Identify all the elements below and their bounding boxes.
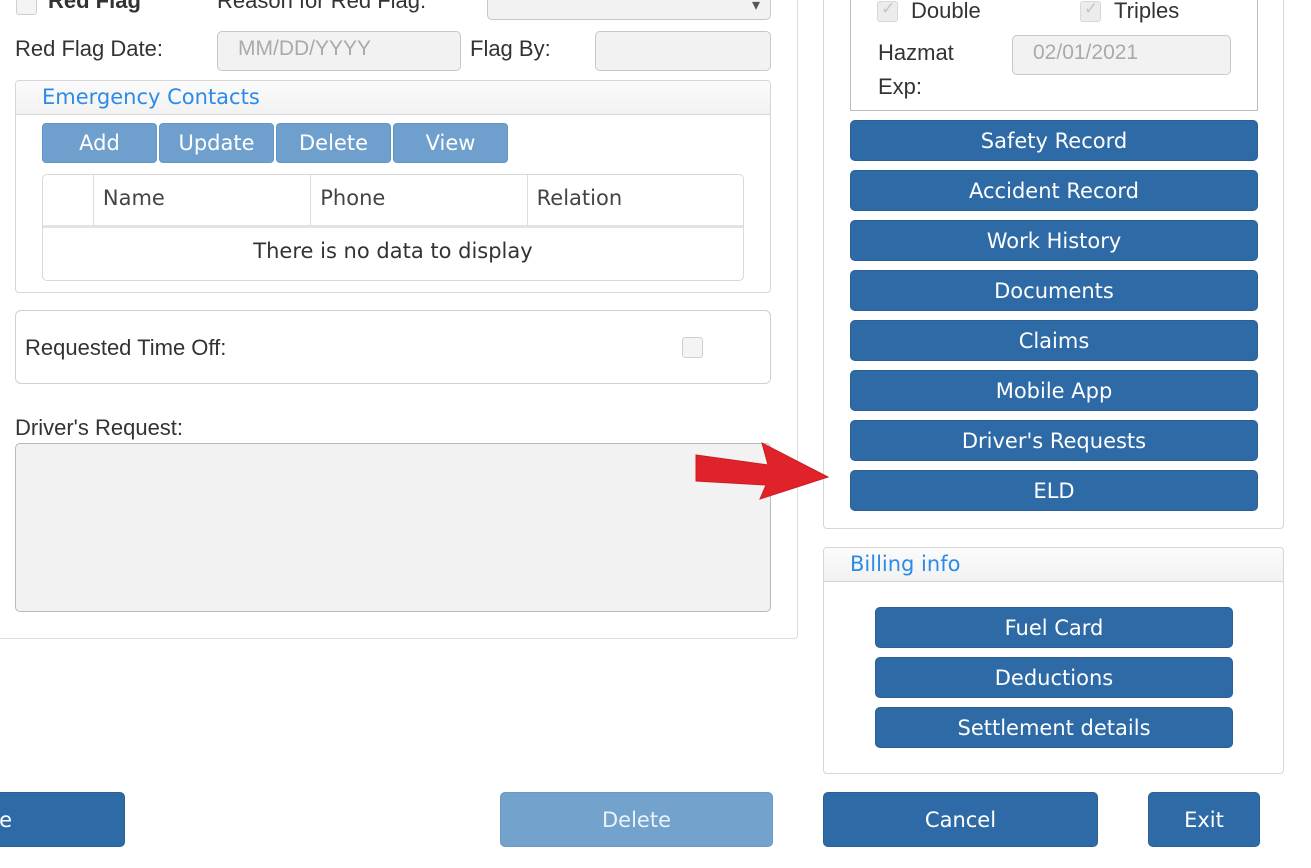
accident-record-button[interactable]: Accident Record bbox=[850, 170, 1258, 211]
contacts-grid-header: Name Phone Relation bbox=[43, 175, 743, 228]
work-history-button[interactable]: Work History bbox=[850, 220, 1258, 261]
drivers-request-textarea[interactable] bbox=[15, 443, 771, 612]
cancel-button[interactable]: Cancel bbox=[823, 792, 1098, 847]
grid-select-column[interactable] bbox=[43, 175, 94, 226]
emergency-contacts-title: Emergency Contacts bbox=[42, 85, 260, 109]
red-arrow-annotation-icon bbox=[695, 442, 830, 500]
view-contact-button[interactable]: View bbox=[393, 123, 508, 163]
documents-button[interactable]: Documents bbox=[850, 270, 1258, 311]
drivers-requests-button[interactable]: Driver's Requests bbox=[850, 420, 1258, 461]
hazmat-exp-date-input[interactable]: 02/01/2021 bbox=[1012, 35, 1231, 75]
claims-button[interactable]: Claims bbox=[850, 320, 1258, 361]
save-button-partial[interactable]: e bbox=[0, 792, 125, 847]
eld-button[interactable]: ELD bbox=[850, 470, 1258, 511]
triples-label: Triples bbox=[1114, 0, 1180, 23]
check-icon: ✓ bbox=[1084, 0, 1099, 19]
contacts-grid-empty-text: There is no data to display bbox=[253, 239, 533, 263]
settlement-details-button[interactable]: Settlement details bbox=[875, 707, 1233, 748]
deductions-button[interactable]: Deductions bbox=[875, 657, 1233, 698]
triples-checkbox[interactable]: ✓ bbox=[1080, 0, 1101, 22]
check-icon: ✓ bbox=[881, 0, 896, 19]
emergency-contacts-header: Emergency Contacts bbox=[16, 81, 770, 115]
grid-column-name[interactable]: Name bbox=[94, 175, 312, 226]
grid-column-phone[interactable]: Phone bbox=[311, 175, 528, 226]
grid-column-relation[interactable]: Relation bbox=[528, 175, 743, 226]
billing-info-title: Billing info bbox=[850, 552, 961, 576]
requested-time-off-checkbox[interactable] bbox=[682, 337, 703, 358]
drivers-request-label: Driver's Request: bbox=[15, 415, 184, 440]
exit-button[interactable]: Exit bbox=[1148, 792, 1260, 847]
delete-button[interactable]: Delete bbox=[500, 792, 773, 847]
contacts-grid: Name Phone Relation There is no data to … bbox=[42, 174, 744, 281]
add-contact-button[interactable]: Add bbox=[42, 123, 157, 163]
billing-info-header: Billing info bbox=[824, 548, 1283, 582]
hazmat-label: Hazmat bbox=[878, 40, 954, 65]
update-contact-button[interactable]: Update bbox=[159, 123, 274, 163]
double-label: Double bbox=[911, 0, 981, 23]
safety-record-button[interactable]: Safety Record bbox=[850, 120, 1258, 161]
fuel-card-button[interactable]: Fuel Card bbox=[875, 607, 1233, 648]
delete-contact-button[interactable]: Delete bbox=[276, 123, 391, 163]
save-button-label: e bbox=[0, 807, 12, 832]
hazmat-exp-label: Exp: bbox=[878, 74, 923, 99]
double-checkbox[interactable]: ✓ bbox=[877, 0, 898, 22]
requested-time-off-label: Requested Time Off: bbox=[25, 335, 227, 360]
mobile-app-button[interactable]: Mobile App bbox=[850, 370, 1258, 411]
